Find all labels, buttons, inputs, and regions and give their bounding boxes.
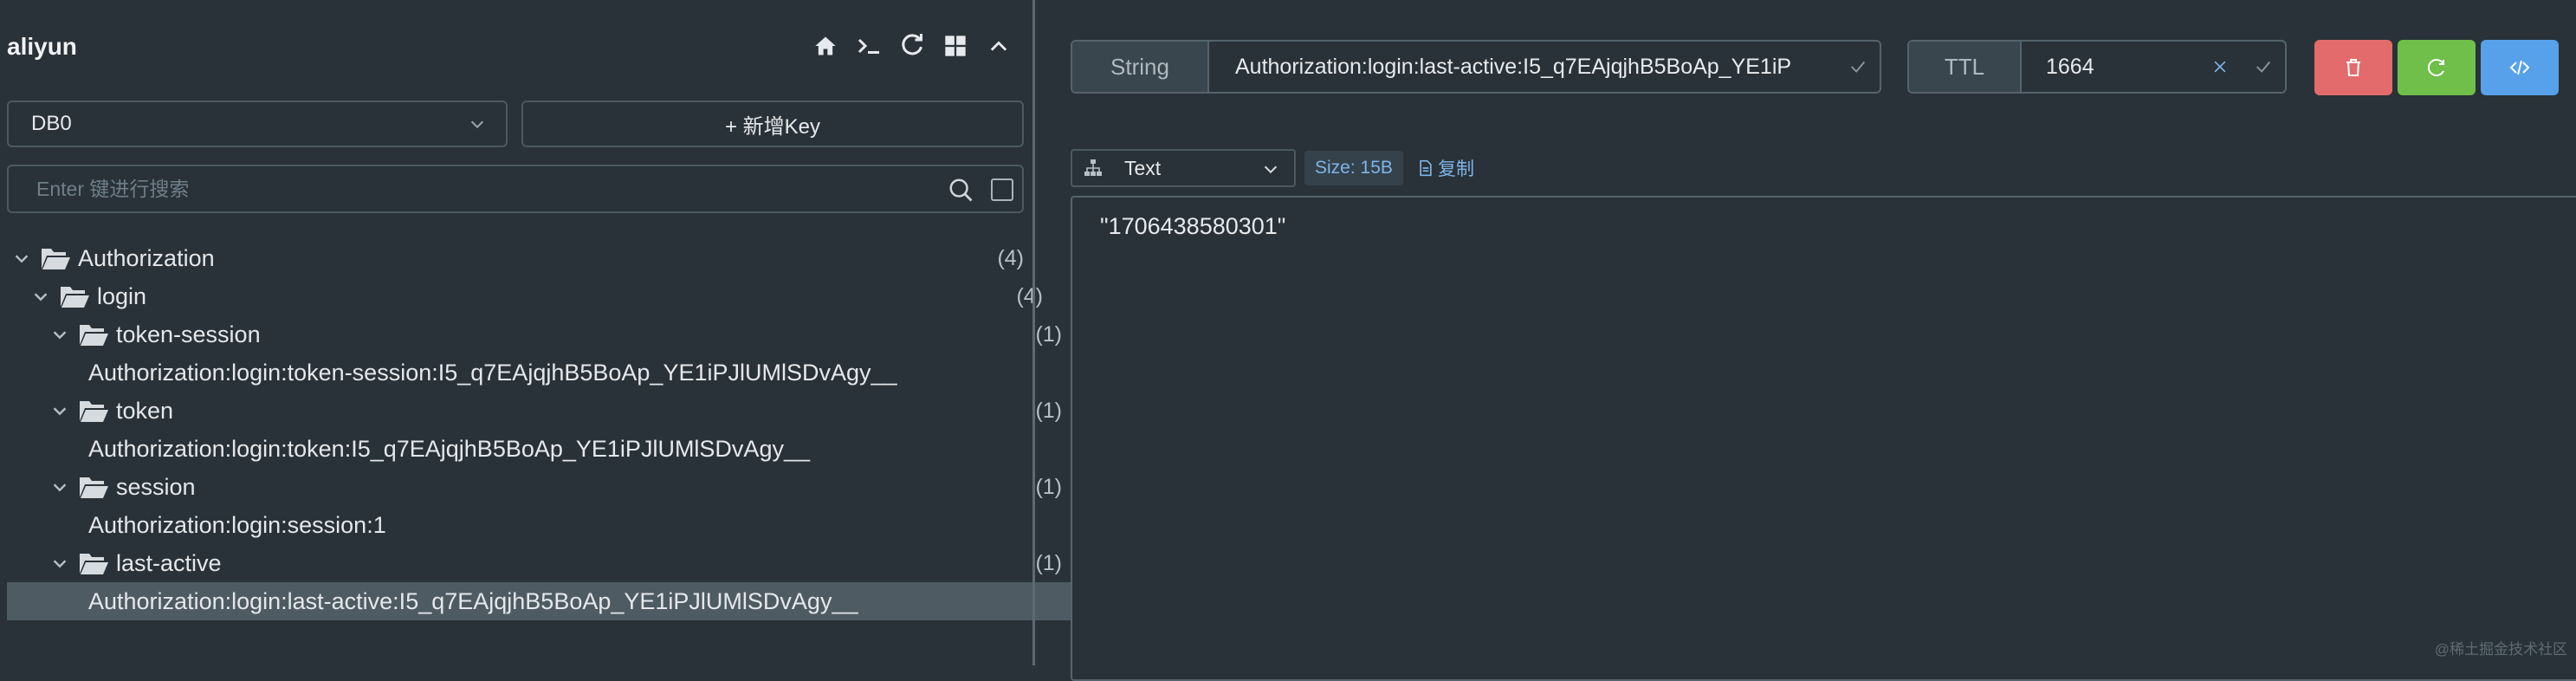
tree-item-label: Authorization:login:token:I5_q7EAjqjhB5B… bbox=[88, 435, 810, 462]
trash-icon bbox=[2346, 59, 2360, 76]
tree-folder[interactable]: Authorization (4) bbox=[7, 239, 1029, 277]
tree-item-label: session bbox=[116, 473, 196, 500]
key-name-field: String Authorization:login:last-active:I… bbox=[1071, 40, 1881, 94]
chevron-down-icon bbox=[53, 407, 67, 416]
tree-folder[interactable]: session (1) bbox=[7, 468, 1067, 506]
format-select-value: Text bbox=[1124, 156, 1162, 179]
chevron-down-icon bbox=[53, 331, 67, 340]
grid-icon[interactable] bbox=[942, 33, 968, 59]
home-icon[interactable] bbox=[812, 33, 838, 59]
dump-command-button[interactable] bbox=[2481, 40, 2559, 95]
tree-item-label: Authorization:login:token-session:I5_q7E… bbox=[88, 359, 897, 386]
tree-item-label: Authorization:login:last-active:I5_q7EAj… bbox=[88, 587, 858, 614]
folder-open-icon bbox=[80, 554, 108, 574]
tree-item-count: (4) bbox=[997, 245, 1024, 270]
refresh-icon[interactable] bbox=[899, 33, 925, 59]
search-icon[interactable] bbox=[948, 177, 974, 203]
folder-open-icon bbox=[80, 325, 108, 346]
watermark: @稀土掘金技术社区 bbox=[2434, 641, 2567, 658]
folder-open-icon bbox=[42, 249, 70, 269]
tree-item-label: token bbox=[116, 397, 174, 424]
connection-toolbar bbox=[812, 33, 1012, 59]
tree-key[interactable]: Authorization:login:token-session:I5_q7E… bbox=[7, 353, 1105, 392]
chevron-down-icon bbox=[53, 483, 67, 492]
tree-item-label: last-active bbox=[116, 549, 222, 576]
chevron-down-icon bbox=[15, 255, 29, 263]
search-bar bbox=[7, 165, 1024, 213]
db-select[interactable]: DB0 bbox=[7, 101, 508, 147]
exact-search-checkbox[interactable] bbox=[991, 178, 1013, 201]
search-input[interactable] bbox=[35, 176, 904, 202]
clear-ttl-icon[interactable] bbox=[2198, 42, 2242, 92]
chevron-up-icon[interactable] bbox=[986, 33, 1012, 59]
tree-item-label: login bbox=[97, 282, 147, 309]
tree-key[interactable]: Authorization:login:token:I5_q7EAjqjhB5B… bbox=[7, 430, 1105, 468]
delete-key-button[interactable] bbox=[2314, 40, 2392, 95]
tree-folder[interactable]: last-active (1) bbox=[7, 544, 1067, 582]
chevron-down-icon bbox=[53, 560, 67, 568]
key-tree-panel: aliyun DB0 + 新增Key Authorization bbox=[0, 0, 1105, 665]
tree-item-label: token-session bbox=[116, 321, 261, 347]
terminal-icon[interactable] bbox=[856, 33, 882, 59]
chevron-down-icon bbox=[470, 120, 484, 129]
refresh-icon bbox=[2427, 59, 2444, 76]
size-badge: Size: 15B bbox=[1304, 151, 1403, 185]
ttl-label: TTL bbox=[1909, 42, 2022, 92]
key-detail-panel: String Authorization:login:last-active:I… bbox=[1036, 0, 2576, 681]
chevron-down-icon bbox=[34, 293, 48, 302]
copy-label: 复制 bbox=[1438, 159, 1474, 179]
folder-open-icon bbox=[61, 287, 89, 308]
value-editor[interactable]: "1706438580301" bbox=[1071, 196, 2576, 681]
db-select-value: DB0 bbox=[31, 112, 72, 135]
value-content: "1706438580301" bbox=[1100, 213, 1286, 239]
document-icon bbox=[1420, 159, 1432, 177]
tree-folder[interactable]: token (1) bbox=[7, 392, 1067, 430]
ttl-field: TTL 1664 bbox=[1907, 40, 2287, 94]
folder-open-icon bbox=[80, 477, 108, 498]
key-type-label: String bbox=[1072, 42, 1209, 92]
reload-key-button[interactable] bbox=[2398, 40, 2476, 95]
tree-item-label: Authorization bbox=[78, 244, 215, 271]
confirm-rename-icon[interactable] bbox=[1836, 42, 1880, 92]
chevron-down-icon bbox=[1264, 165, 1278, 174]
key-name-input[interactable]: Authorization:login:last-active:I5_q7EAj… bbox=[1209, 42, 1836, 92]
tree-folder[interactable]: login (4) bbox=[7, 277, 1048, 315]
tree-folder[interactable]: token-session (1) bbox=[7, 315, 1067, 353]
folder-open-icon bbox=[80, 401, 108, 422]
panel-divider[interactable] bbox=[1032, 0, 1035, 665]
tree-key-selected[interactable]: Authorization:login:last-active:I5_q7EAj… bbox=[7, 582, 1105, 620]
copy-button[interactable]: 复制 bbox=[1417, 151, 1474, 185]
tree-key[interactable]: Authorization:login:session:1 bbox=[7, 506, 1105, 544]
tree-structure-icon bbox=[1084, 159, 1102, 176]
add-key-button[interactable]: + 新增Key bbox=[521, 101, 1024, 147]
format-select[interactable]: Text bbox=[1071, 149, 1296, 187]
confirm-ttl-icon[interactable] bbox=[2242, 42, 2285, 92]
tree-item-label: Authorization:login:session:1 bbox=[88, 511, 386, 538]
add-key-label: + 新增Key bbox=[724, 114, 821, 139]
code-icon bbox=[2509, 60, 2530, 75]
ttl-input[interactable]: 1664 bbox=[2022, 42, 2198, 92]
connection-name: aliyun bbox=[7, 33, 77, 60]
